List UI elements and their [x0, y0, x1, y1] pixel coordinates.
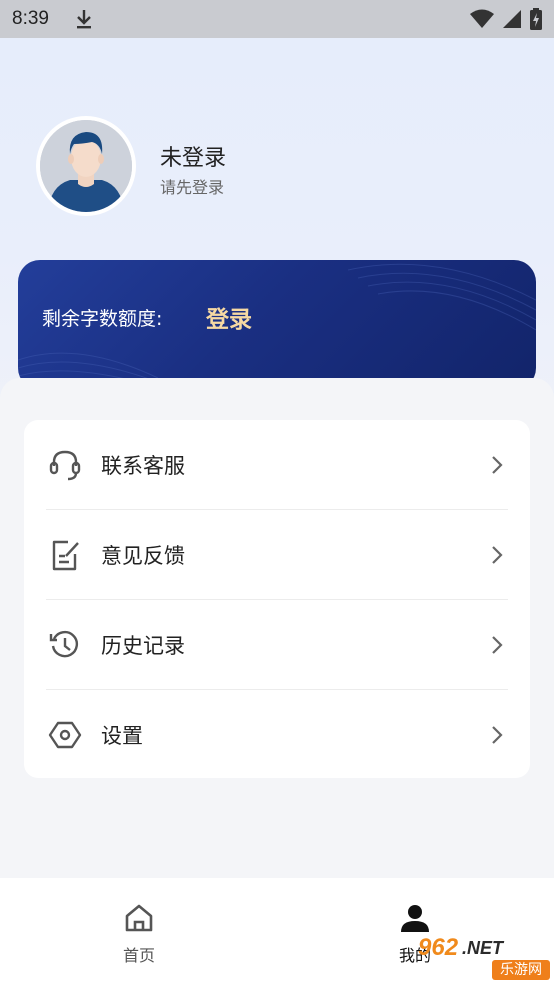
menu-card: 联系客服 意见反馈 历史记录 设置: [24, 420, 530, 778]
home-icon: [125, 904, 153, 932]
status-bar: 8:39: [0, 0, 554, 38]
quota-login-link[interactable]: 登录: [206, 300, 252, 334]
nav-tab-home[interactable]: 首页: [79, 878, 199, 984]
watermark-brand: 962 .NET: [418, 934, 504, 961]
username[interactable]: 未登录: [160, 140, 226, 172]
menu-label: 设置: [101, 724, 143, 748]
watermark-site: 乐游网: [492, 960, 550, 980]
chevron-right-icon: [492, 456, 503, 474]
watermark-logo: 962 .NET 乐游网: [418, 934, 552, 982]
nav-label-home: 首页: [122, 946, 155, 965]
avatar[interactable]: [36, 116, 136, 216]
download-icon: [75, 8, 93, 30]
battery-icon: [530, 8, 542, 30]
menu-label: 意见反馈: [101, 544, 185, 568]
menu-label: 联系客服: [101, 454, 185, 478]
avatar-image: [40, 120, 132, 212]
wifi-icon: [470, 9, 494, 28]
menu-item-feedback[interactable]: 意见反馈: [24, 510, 530, 600]
user-icon: [401, 905, 429, 932]
headset-icon: [49, 450, 81, 481]
quota-label: 剩余字数额度:: [42, 308, 163, 330]
menu-item-settings[interactable]: 设置: [24, 690, 530, 780]
menu-label: 历史记录: [101, 634, 185, 658]
menu-item-contact-service[interactable]: 联系客服: [24, 420, 530, 510]
status-time: 8:39: [12, 8, 49, 29]
signal-icon: [503, 10, 521, 28]
history-icon: [49, 630, 78, 658]
quota-banner[interactable]: 剩余字数额度: 登录: [18, 260, 536, 390]
status-icons: [470, 8, 542, 30]
settings-icon: [48, 721, 82, 749]
chevron-right-icon: [492, 636, 503, 654]
chevron-right-icon: [492, 726, 503, 744]
login-hint[interactable]: 请先登录: [160, 174, 224, 198]
menu-item-history[interactable]: 历史记录: [24, 600, 530, 690]
feedback-icon: [52, 540, 79, 571]
chevron-right-icon: [492, 546, 503, 564]
